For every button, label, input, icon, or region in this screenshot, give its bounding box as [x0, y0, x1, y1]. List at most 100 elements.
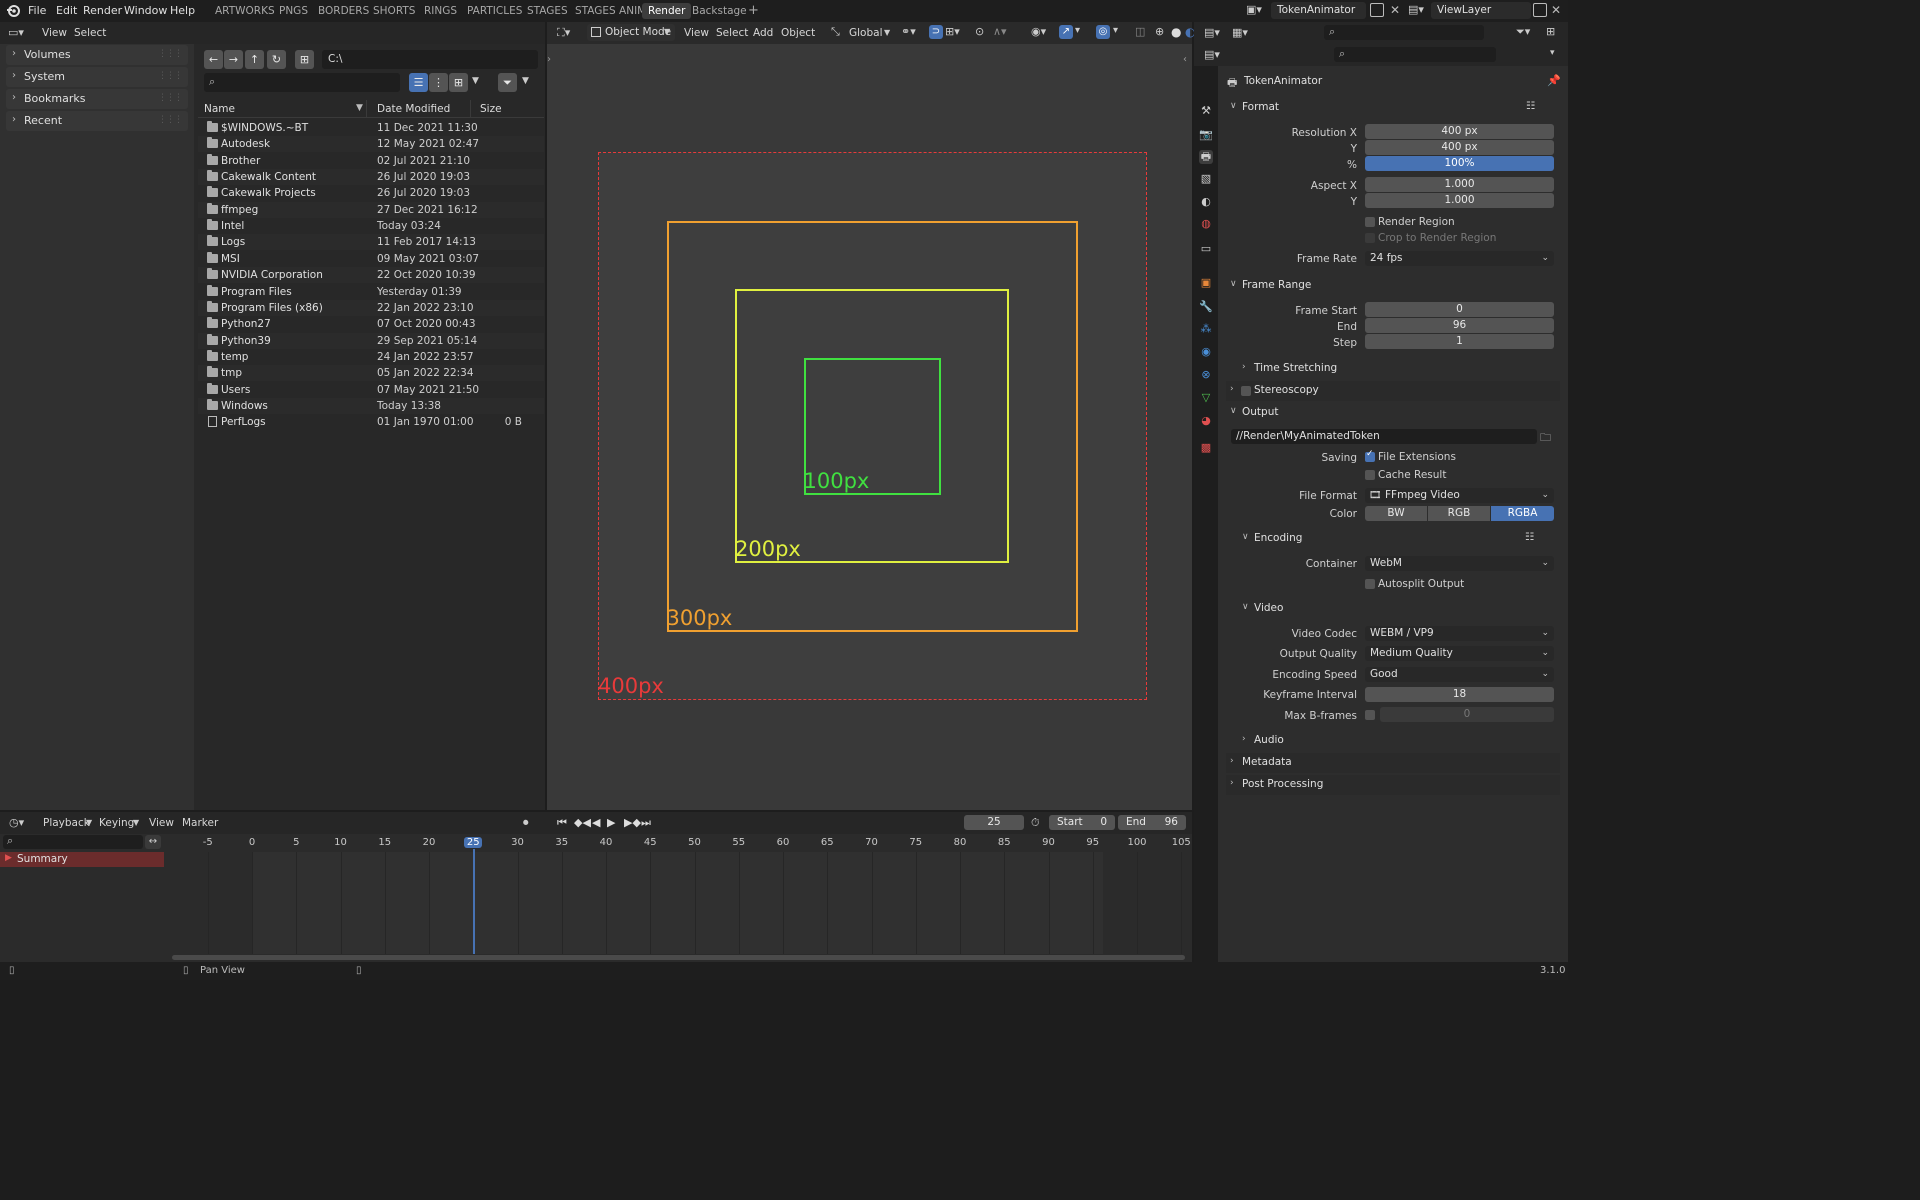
file-row[interactable]: temp 24 Jan 2022 23:57 — [198, 349, 544, 365]
chevron-down-icon[interactable]: ▼ — [86, 818, 92, 827]
folder-browse-icon[interactable]: 🗀 — [1540, 429, 1554, 444]
snap-icon[interactable]: ⊃ — [929, 25, 943, 39]
encoding-speed-dropdown[interactable]: Good ⌄ — [1365, 667, 1554, 682]
workspace-tab[interactable]: Backstage — [692, 5, 747, 17]
output-path-input[interactable]: //Render\MyAnimatedToken — [1231, 429, 1537, 444]
overlays-icon[interactable]: ◎ — [1096, 25, 1110, 39]
swap-icon[interactable]: ↔ — [145, 835, 161, 849]
workspace-tab[interactable]: STAGES ANIM — [575, 5, 646, 17]
particles-tab-icon[interactable]: ⁂ — [1199, 322, 1213, 336]
resolution-y-field[interactable]: 400 px — [1365, 140, 1554, 155]
chevron-down-icon[interactable]: ▼ — [884, 28, 890, 37]
new-view-layer-icon[interactable] — [1533, 3, 1547, 17]
sidebar-item-bookmarks[interactable]: › Bookmarks ⋮⋮⋮ — [6, 89, 188, 109]
editor-type-icon[interactable]: ▭▾ — [8, 26, 32, 40]
pivot-icon[interactable]: ⚭▾ — [901, 25, 916, 38]
file-row[interactable]: Autodesk 12 May 2021 02:47 — [198, 136, 544, 153]
keyframe-interval-field[interactable]: 18 — [1365, 687, 1554, 702]
file-row[interactable]: Cakewalk Content 26 Jul 2020 19:03 — [198, 169, 544, 186]
orientation-dropdown[interactable]: Global — [849, 27, 883, 39]
render-tab-icon[interactable]: 📷 — [1199, 128, 1213, 142]
scene-name-field[interactable]: TokenAnimator — [1271, 2, 1366, 19]
collection-tab-icon[interactable]: ▭ — [1199, 242, 1213, 256]
workspace-tab[interactable]: ARTWORKS — [215, 5, 275, 17]
grip-icon[interactable]: ⋮⋮⋮ — [158, 93, 183, 103]
menu-render[interactable]: Render — [83, 4, 122, 17]
video-panel-header[interactable]: ∨ Video — [1238, 599, 1572, 619]
timeline-scrollbar[interactable] — [172, 955, 1185, 960]
grip-icon[interactable]: ⋮⋮⋮ — [158, 115, 183, 125]
frame-rate-dropdown[interactable]: 24 fps ⌄ — [1365, 251, 1554, 266]
editor-type-icon[interactable]: ▤▾ — [1204, 26, 1220, 39]
modifier-tab-icon[interactable]: 🔧 — [1199, 300, 1213, 314]
chevron-down-icon[interactable]: ▼ — [133, 818, 139, 827]
mode-dropdown[interactable]: Object Mode ▼ — [587, 24, 675, 41]
menu-view[interactable]: View — [149, 817, 174, 829]
display-list-vertical-button[interactable]: ☰ — [409, 73, 428, 92]
output-tab-icon[interactable]: 🖶 — [1199, 150, 1213, 164]
properties-search-input[interactable]: ⌕ — [1334, 47, 1496, 62]
menu-window[interactable]: Window — [124, 4, 167, 17]
menu-add[interactable]: Add — [753, 27, 773, 39]
audio-panel-header[interactable]: › Audio — [1238, 731, 1572, 751]
chevron-down-icon[interactable]: ▾ — [1075, 25, 1080, 36]
file-row[interactable]: MSI 09 May 2021 03:07 — [198, 251, 544, 267]
next-keyframe-icon[interactable]: ▶◆ — [624, 816, 641, 829]
file-row[interactable]: Program Files (x86) 22 Jan 2022 23:10 — [198, 299, 544, 316]
chevron-down-icon[interactable]: ▾ — [1550, 48, 1555, 58]
file-row[interactable]: Brother 02 Jul 2021 21:10 — [198, 153, 544, 169]
world-tab-icon[interactable]: ◍ — [1199, 217, 1213, 231]
editor-type-icon[interactable]: ⛶▾ — [557, 26, 570, 40]
column-name[interactable]: Name — [204, 103, 235, 115]
chevron-down-icon[interactable]: ▼ — [472, 76, 479, 86]
forward-button[interactable]: → — [224, 50, 243, 69]
start-frame-field[interactable]: Start 0 — [1049, 815, 1115, 830]
menu-select[interactable]: Select — [716, 27, 748, 39]
file-format-dropdown[interactable]: 🎞 FFmpeg Video ⌄ — [1365, 488, 1554, 503]
record-icon[interactable]: ⏺ — [523, 816, 529, 830]
play-reverse-icon[interactable]: ◀ — [592, 816, 600, 829]
pin-icon[interactable]: 📌 — [1547, 74, 1561, 87]
jump-end-icon[interactable]: ⏭ — [641, 816, 651, 830]
workspace-tab[interactable]: PNGS — [279, 5, 308, 17]
workspace-tab[interactable]: SHORTS — [373, 5, 415, 17]
output-panel-header[interactable]: ∨ Output — [1226, 403, 1560, 423]
new-scene-icon[interactable] — [1370, 3, 1384, 17]
workspace-tab-active[interactable]: Render — [642, 3, 692, 19]
grip-icon[interactable]: ⋮⋮⋮ — [158, 71, 183, 81]
marker-menu[interactable]: Marker — [182, 817, 218, 829]
grip-icon[interactable]: ⋮⋮⋮ — [158, 49, 183, 59]
delete-view-layer-icon[interactable]: ✕ — [1551, 3, 1565, 17]
color-bw-button[interactable]: BW — [1365, 506, 1427, 521]
scene-tab-icon[interactable]: ◐ — [1199, 195, 1213, 209]
cache-result-checkbox[interactable] — [1365, 470, 1375, 480]
menu-help[interactable]: Help — [170, 4, 195, 17]
transform-orientation-icon[interactable]: ⤡ — [831, 25, 840, 39]
solid-shading-icon[interactable]: ● — [1171, 25, 1181, 39]
refresh-button[interactable]: ↻ — [267, 50, 286, 69]
video-codec-dropdown[interactable]: WEBM / VP9 ⌄ — [1365, 626, 1554, 641]
workspace-tab[interactable]: STAGES — [527, 5, 568, 17]
max-bframes-checkbox[interactable] — [1365, 710, 1375, 720]
display-thumbnails-button[interactable]: ⊞ — [449, 73, 468, 92]
file-extensions-checkbox[interactable] — [1365, 449, 1375, 462]
color-rgb-button[interactable]: RGB — [1428, 506, 1490, 521]
autosplit-checkbox[interactable] — [1365, 579, 1375, 589]
jump-start-icon[interactable]: ⏮ — [557, 816, 567, 830]
path-field[interactable]: C:\ — [322, 50, 538, 69]
filter-icon[interactable]: ⏷▾ — [1516, 25, 1530, 39]
workspace-tab[interactable]: BORDERS — [318, 5, 369, 17]
metadata-panel-header[interactable]: › Metadata — [1226, 753, 1560, 773]
color-rgba-button[interactable]: RGBA — [1491, 506, 1554, 521]
file-row[interactable]: ffmpeg 27 Dec 2021 16:12 — [198, 201, 544, 218]
parent-dir-button[interactable]: ↑ — [245, 50, 264, 69]
blender-logo-icon[interactable] — [6, 4, 20, 18]
resolution-x-field[interactable]: 400 px — [1365, 124, 1554, 139]
preview-range-icon[interactable]: ⏱ — [1031, 816, 1040, 830]
file-row[interactable]: Windows Today 13:38 — [198, 397, 544, 414]
physics-tab-icon[interactable]: ◉ — [1199, 345, 1213, 359]
frame-range-panel-header[interactable]: ∨ Frame Range — [1226, 276, 1560, 296]
play-icon[interactable]: ▶ — [607, 816, 615, 829]
object-tab-icon[interactable]: ▣ — [1199, 276, 1213, 290]
post-processing-panel-header[interactable]: › Post Processing — [1226, 775, 1560, 795]
